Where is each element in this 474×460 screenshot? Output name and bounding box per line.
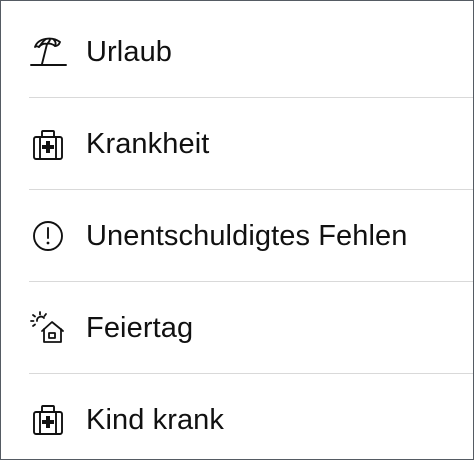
first-aid-kit-icon bbox=[29, 126, 67, 164]
menu-item-krankheit[interactable]: Krankheit bbox=[1, 98, 473, 190]
menu-item-kind-krank[interactable]: Kind krank bbox=[1, 374, 473, 459]
menu-item-label: Unentschuldigtes Fehlen bbox=[86, 220, 408, 252]
menu-item-label: Urlaub bbox=[86, 36, 173, 68]
absence-type-list: Urlaub Krankheit Unentschuldigtes Fehlen… bbox=[1, 1, 473, 459]
sun-house-icon bbox=[29, 309, 67, 347]
exclamation-circle-icon bbox=[29, 217, 67, 255]
menu-item-feiertag[interactable]: Feiertag bbox=[1, 282, 473, 374]
menu-item-label: Feiertag bbox=[86, 312, 194, 344]
menu-item-urlaub[interactable]: Urlaub bbox=[1, 1, 473, 98]
menu-item-label: Krankheit bbox=[86, 128, 210, 160]
beach-umbrella-icon bbox=[29, 33, 67, 71]
absence-type-menu: Urlaub Krankheit Unentschuldigtes Fehlen… bbox=[0, 0, 474, 460]
menu-item-label: Kind krank bbox=[86, 404, 225, 436]
menu-item-unentschuldigtes-fehlen[interactable]: Unentschuldigtes Fehlen bbox=[1, 190, 473, 282]
first-aid-kit-icon bbox=[29, 401, 67, 439]
